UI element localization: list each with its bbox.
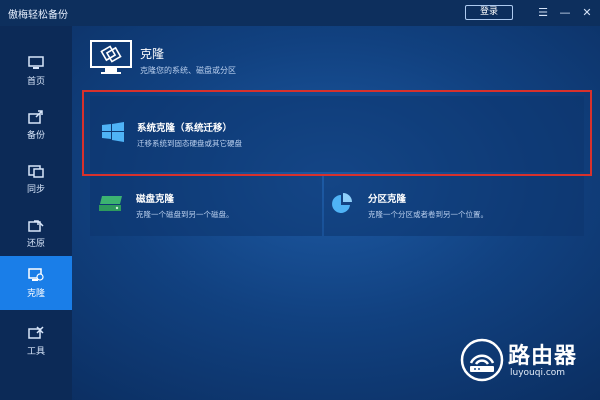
sidebar-item-home[interactable]: 首页 [0, 44, 72, 98]
minimize-icon[interactable]: — [557, 5, 573, 21]
clone-icon [28, 267, 44, 282]
sidebar-item-clone[interactable]: 克隆 [0, 256, 72, 310]
page-title: 克隆 [140, 47, 165, 61]
tools-icon [28, 325, 44, 340]
page-description: 克隆您的系统、磁盘或分区 [140, 66, 236, 75]
close-icon[interactable]: ✕ [579, 5, 595, 21]
highlight-frame [82, 90, 592, 176]
sidebar-item-label: 工具 [26, 346, 45, 357]
app-window: 傲梅轻松备份 登录 ☰ — ✕ 首页 备份 同步 还原 克隆 工具 克隆 克隆您… [0, 0, 600, 400]
sidebar-item-label: 克隆 [26, 288, 45, 299]
app-title: 傲梅轻松备份 [8, 9, 68, 21]
watermark: 路由器 luyouqi.com [456, 336, 596, 386]
backup-icon [28, 109, 44, 124]
login-button[interactable]: 登录 [465, 5, 513, 20]
watermark-name: 路由器 [508, 344, 578, 369]
disk-clone-description: 克隆一个磁盘到另一个磁盘。 [136, 210, 234, 219]
sidebar-item-label: 还原 [26, 238, 45, 249]
sidebar-item-label: 备份 [26, 130, 45, 141]
sync-icon [28, 164, 44, 178]
sidebar-item-backup[interactable]: 备份 [0, 98, 72, 152]
home-icon [28, 55, 44, 70]
sidebar-item-label: 同步 [26, 184, 45, 195]
menu-icon[interactable]: ☰ [535, 5, 551, 21]
sidebar: 首页 备份 同步 还原 克隆 工具 [0, 26, 72, 400]
disk-clone-title: 磁盘克隆 [136, 194, 175, 205]
watermark-url: luyouqi.com [510, 368, 566, 378]
monitor-clone-icon [90, 40, 132, 80]
sidebar-item-sync[interactable]: 同步 [0, 152, 72, 206]
sidebar-item-tools[interactable]: 工具 [0, 314, 72, 368]
sidebar-item-label: 首页 [26, 76, 45, 87]
sidebar-item-restore[interactable]: 还原 [0, 206, 72, 260]
disk-clone-option[interactable]: 磁盘克隆 克隆一个磁盘到另一个磁盘。 [90, 176, 322, 236]
partition-clone-description: 克隆一个分区或者卷到另一个位置。 [368, 210, 488, 219]
partition-clone-option[interactable]: 分区克隆 克隆一个分区或者卷到另一个位置。 [324, 176, 584, 236]
disk-icon [98, 194, 124, 218]
router-logo-icon [460, 338, 504, 386]
restore-icon [28, 218, 44, 232]
partition-clone-title: 分区克隆 [368, 194, 407, 205]
pie-chart-icon [330, 192, 354, 220]
